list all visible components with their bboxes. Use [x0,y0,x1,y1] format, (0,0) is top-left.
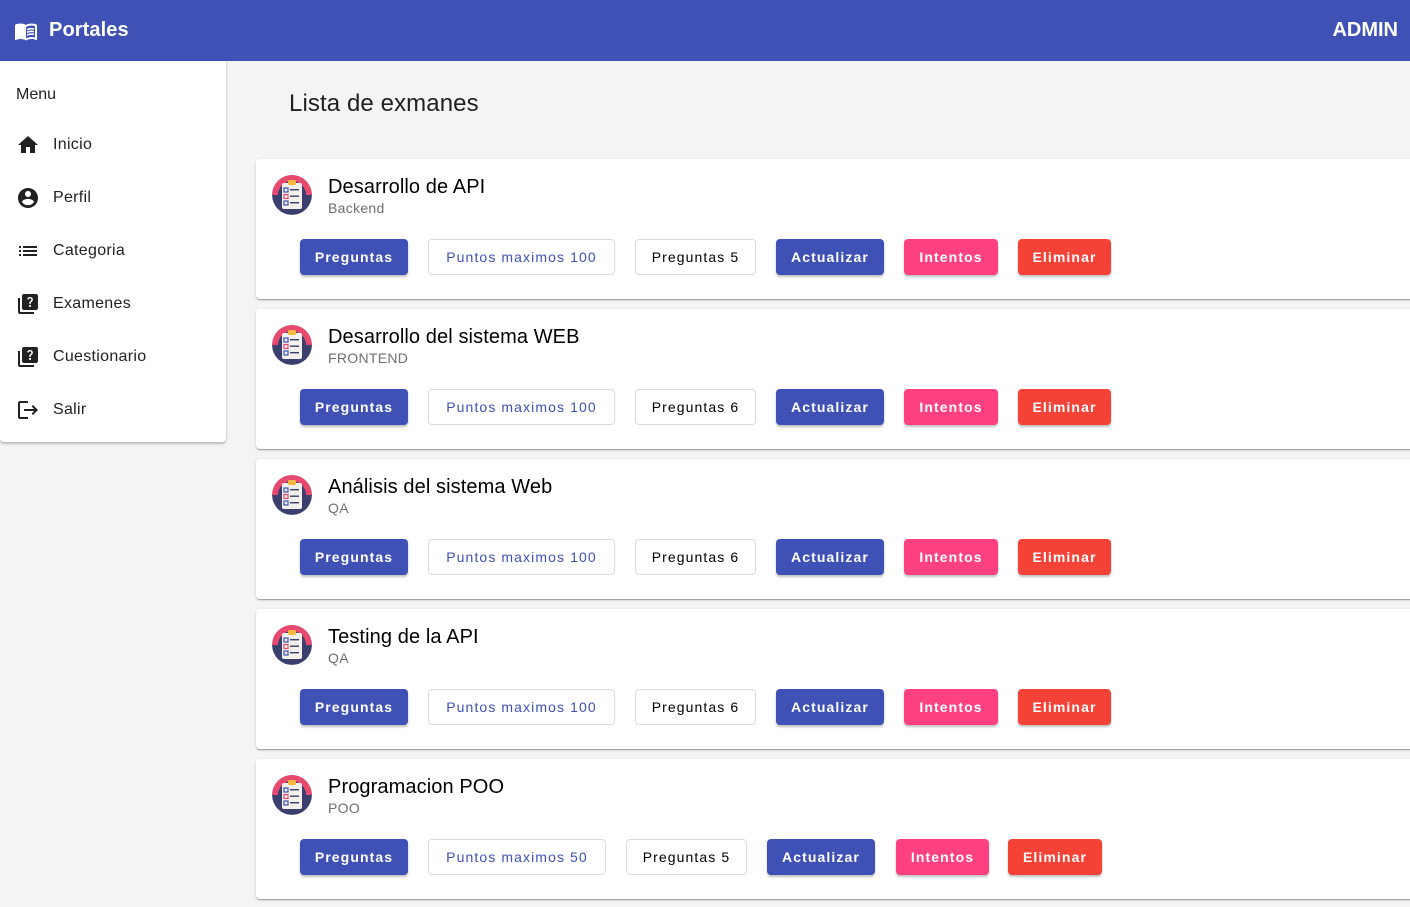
actualizar-button[interactable]: Actualizar [767,839,875,875]
exam-card: Testing de la API QA Preguntas Puntos ma… [256,609,1410,749]
question-count-chip[interactable]: Preguntas 5 [626,839,747,875]
preguntas-button[interactable]: Preguntas [300,689,408,725]
brand-title: Portales [49,19,129,41]
sidebar-item-label: Perfil [53,189,92,206]
actualizar-button[interactable]: Actualizar [776,689,884,725]
top-toolbar: Portales ADMIN [0,0,1410,61]
eliminar-button[interactable]: Eliminar [1018,539,1111,575]
question-count-chip[interactable]: Preguntas 6 [635,539,756,575]
exam-card: Desarrollo del sistema WEB FRONTEND Preg… [256,309,1410,449]
question-count-chip[interactable]: Preguntas 6 [635,389,756,425]
actualizar-button[interactable]: Actualizar [776,389,884,425]
intentos-button[interactable]: Intentos [904,239,998,275]
exam-category: QA [328,650,349,666]
exam-clipboard-icon [272,475,312,515]
quiz-icon [16,292,40,316]
max-points-chip[interactable]: Puntos maximos 100 [428,239,615,275]
sidebar-item-examenes[interactable]: Examenes [0,280,226,328]
exam-clipboard-icon [272,625,312,665]
exam-card: Programacion POO POO Preguntas Puntos ma… [256,759,1410,899]
user-menu-admin[interactable]: ADMIN [1332,19,1398,42]
eliminar-button[interactable]: Eliminar [1018,239,1111,275]
sidebar-item-label: Examenes [53,295,131,312]
preguntas-button[interactable]: Preguntas [300,839,408,875]
sidebar: Menu Inicio Perfil Categoria Examenes Cu… [0,61,226,442]
sidebar-item-perfil[interactable]: Perfil [0,174,226,222]
book-open-icon [14,19,38,43]
eliminar-button[interactable]: Eliminar [1018,689,1111,725]
preguntas-button[interactable]: Preguntas [300,389,408,425]
sidebar-item-inicio[interactable]: Inicio [0,121,226,169]
eliminar-button[interactable]: Eliminar [1008,839,1102,875]
intentos-button[interactable]: Intentos [904,689,998,725]
exam-card: Análisis del sistema Web QA Preguntas Pu… [256,459,1410,599]
sidebar-item-cuestionario[interactable]: Cuestionario [0,333,226,381]
eliminar-button[interactable]: Eliminar [1018,389,1111,425]
quiz-icon [16,345,40,369]
exam-category: Backend [328,200,385,216]
exam-card: Desarrollo de API Backend Preguntas Punt… [256,159,1410,299]
sidebar-item-label: Inicio [53,136,93,153]
intentos-button[interactable]: Intentos [904,389,998,425]
home-icon [16,133,40,157]
brand[interactable]: Portales [14,19,129,43]
logout-icon [16,398,40,422]
max-points-chip[interactable]: Puntos maximos 100 [428,389,615,425]
preguntas-button[interactable]: Preguntas [300,239,408,275]
exam-category: FRONTEND [328,350,409,366]
preguntas-button[interactable]: Preguntas [300,539,408,575]
exam-category: QA [328,500,349,516]
sidebar-item-categoria[interactable]: Categoria [0,227,226,275]
exam-clipboard-icon [272,325,312,365]
max-points-chip[interactable]: Puntos maximos 50 [428,839,606,875]
exam-title: Programacion POO [328,776,505,798]
question-count-chip[interactable]: Preguntas 5 [635,239,756,275]
question-count-chip[interactable]: Preguntas 6 [635,689,756,725]
sidebar-item-salir[interactable]: Salir [0,386,226,434]
exam-clipboard-icon [272,775,312,815]
sidebar-item-label: Cuestionario [53,348,147,365]
list-icon [16,239,40,263]
sidebar-item-label: Categoria [53,242,126,259]
max-points-chip[interactable]: Puntos maximos 100 [428,539,615,575]
max-points-chip[interactable]: Puntos maximos 100 [428,689,615,725]
exam-title: Desarrollo del sistema WEB [328,326,580,348]
exam-clipboard-icon [272,175,312,215]
exam-title: Análisis del sistema Web [328,476,553,498]
intentos-button[interactable]: Intentos [904,539,998,575]
actualizar-button[interactable]: Actualizar [776,239,884,275]
exam-title: Desarrollo de API [328,176,486,198]
actualizar-button[interactable]: Actualizar [776,539,884,575]
account-circle-icon [16,186,40,210]
exam-category: POO [328,800,361,816]
sidebar-item-label: Salir [53,401,87,418]
exam-title: Testing de la API [328,626,479,648]
sidebar-heading: Menu [16,86,57,103]
intentos-button[interactable]: Intentos [896,839,989,875]
page-title: Lista de exmanes [289,90,479,117]
